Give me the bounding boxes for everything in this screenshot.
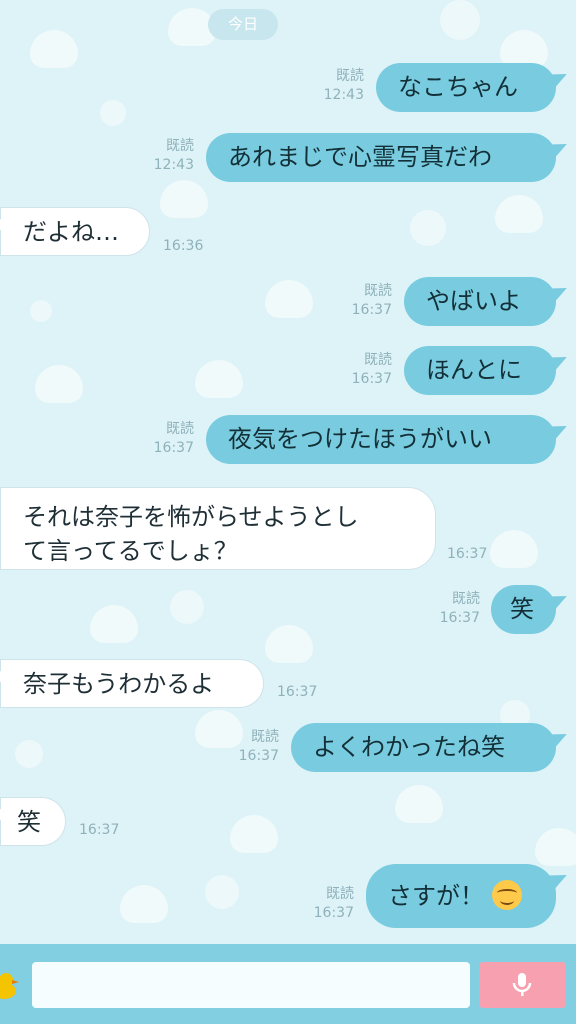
message-bubble-outgoing[interactable]: なこちゃん [376,63,556,112]
message-meta: 16:37 [277,683,337,702]
input-bar [0,944,576,1024]
message-text: 夜気をつけたほうがいい [228,425,492,453]
message-bubble-incoming[interactable]: 奈子もうわかるよ [0,659,264,708]
microphone-button[interactable] [479,962,566,1008]
message-bubble-incoming[interactable]: それは奈子を怖がらせようとし て言ってるでしょ？ [0,487,436,570]
background-bubble [410,210,446,246]
message-bubble-outgoing[interactable]: あれまじで心霊写真だわ [206,133,556,182]
message-time: 16:37 [238,748,279,764]
message-time: 16:37 [153,440,194,456]
background-jellyfish [265,625,313,663]
background-jellyfish [30,30,78,68]
message-meta: 既読 16:37 [332,282,392,320]
message-text: やばいよ [426,287,522,315]
message-text: 笑 [17,808,41,836]
background-bubble [170,590,204,624]
background-bubble [100,100,126,126]
read-receipt: 既読 [166,421,194,437]
background-jellyfish [160,180,208,218]
message-text-line: それは奈子を怖がらせようとし [23,503,359,531]
read-receipt: 既読 [336,68,364,84]
background-jellyfish [535,828,576,866]
message-time: 16:37 [313,905,354,921]
background-bubble [205,875,239,909]
message-time: 12:43 [153,157,194,173]
message-meta: 既読 16:37 [134,420,194,458]
message-meta: 既読 16:37 [294,885,354,923]
message-meta: 16:36 [163,237,223,256]
message-text: なこちゃん [398,73,518,101]
background-jellyfish [395,785,443,823]
background-jellyfish [35,365,83,403]
background-jellyfish [495,195,543,233]
background-jellyfish [120,885,168,923]
message-text: だよね… [23,218,119,246]
read-receipt: 既読 [326,886,354,902]
read-receipt: 既読 [166,138,194,154]
message-meta: 16:37 [447,545,507,564]
read-receipt: 既読 [251,729,279,745]
message-text-line: て言ってるでしょ？ [23,537,238,565]
message-bubble-outgoing[interactable]: 笑 [491,585,556,634]
message-time: 16:37 [79,822,120,838]
message-bubble-incoming[interactable]: 笑 [0,797,66,846]
message-text: ほんとに [426,356,522,384]
date-divider: 今日 [208,9,278,40]
message-time: 16:37 [277,684,318,700]
microphone-icon [512,973,532,996]
message-text: 笑 [510,595,534,623]
chat-area[interactable]: 今日 既読 12:43 なこちゃん 既読 12:43 あれまじで心霊写真だわ だ… [0,0,576,944]
background-bubble [15,740,43,768]
message-meta: 既読 12:43 [134,137,194,175]
message-meta: 既読 12:43 [304,67,364,105]
duck-sticker-icon[interactable] [0,972,20,1000]
smiling-face-emoji-icon [492,880,522,910]
message-bubble-outgoing[interactable]: ほんとに [404,346,556,395]
message-meta: 既読 16:37 [420,590,480,628]
background-bubble [440,0,480,40]
background-jellyfish [195,360,243,398]
message-bubble-outgoing[interactable]: よくわかったね笑 [291,723,556,772]
message-meta: 16:37 [79,821,139,840]
background-bubble [30,300,52,322]
message-meta: 既読 16:37 [219,728,279,766]
message-bubble-outgoing[interactable]: さすが！ [366,864,556,928]
message-text: よくわかったね笑 [313,733,505,761]
message-bubble-outgoing[interactable]: 夜気をつけたほうがいい [206,415,556,464]
message-text: 奈子もうわかるよ [23,670,215,698]
read-receipt: 既読 [364,283,392,299]
message-text: あれまじで心霊写真だわ [228,143,492,171]
background-jellyfish [90,605,138,643]
message-time: 16:37 [351,371,392,387]
read-receipt: 既読 [364,352,392,368]
message-text: さすが！ [388,882,484,910]
message-bubble-outgoing[interactable]: やばいよ [404,277,556,326]
message-bubble-incoming[interactable]: だよね… [0,207,150,256]
message-time: 16:36 [163,238,204,254]
message-meta: 既読 16:37 [332,351,392,389]
message-time: 16:37 [447,546,488,562]
message-input[interactable] [32,962,470,1008]
message-time: 12:43 [323,87,364,103]
message-time: 16:37 [439,610,480,626]
background-jellyfish [265,280,313,318]
background-jellyfish [230,815,278,853]
read-receipt: 既読 [452,591,480,607]
message-time: 16:37 [351,302,392,318]
